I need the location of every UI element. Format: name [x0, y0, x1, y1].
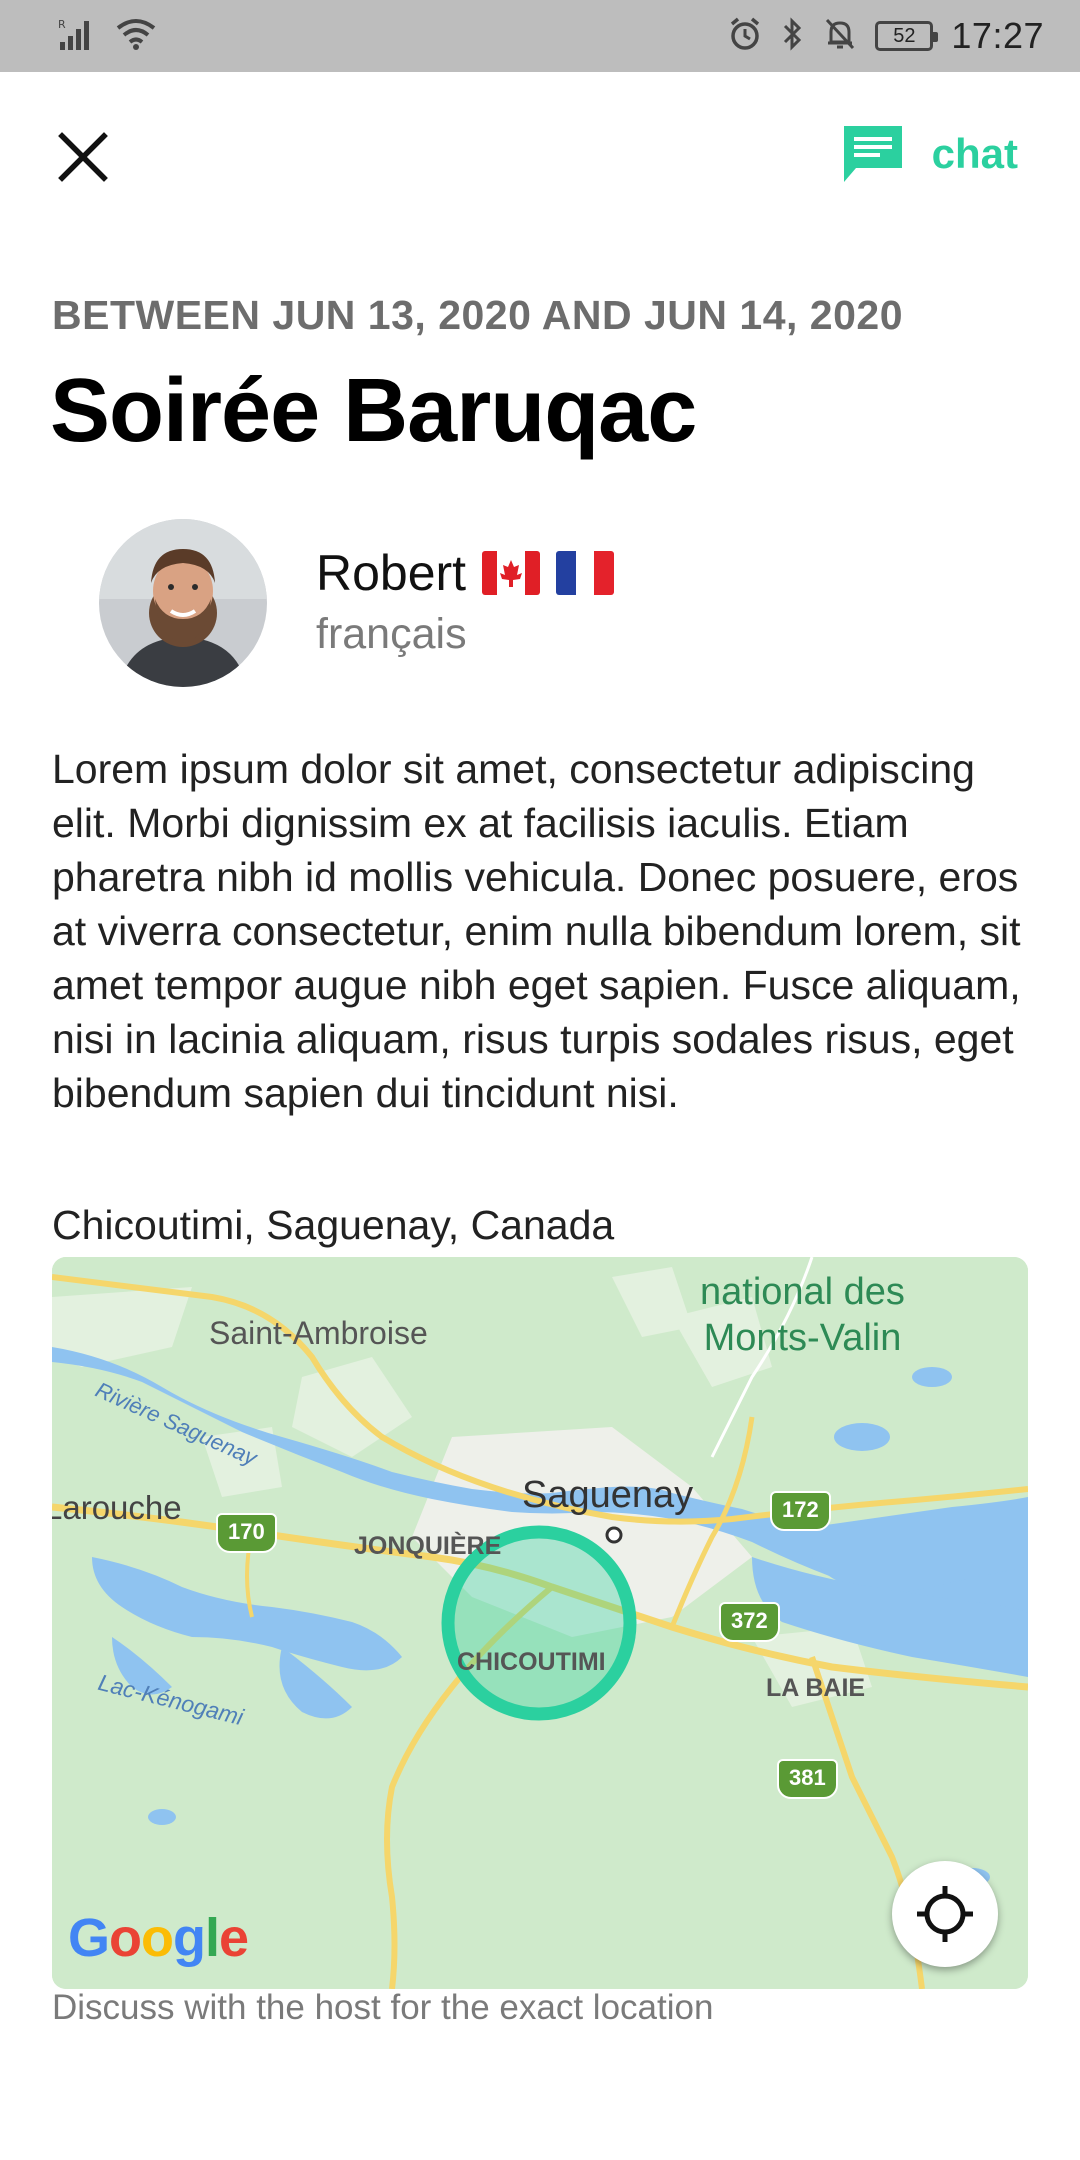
status-left: R — [56, 16, 158, 57]
close-button[interactable] — [52, 126, 114, 188]
map-canvas — [52, 1257, 1028, 1989]
battery-icon: 52 — [875, 21, 939, 51]
host-language: français — [316, 610, 467, 658]
event-title: Soirée Baruqac — [50, 361, 697, 461]
map-note: Discuss with the host for the exact loca… — [52, 1988, 714, 2027]
chat-bubble-icon — [843, 126, 902, 182]
svg-text:R: R — [58, 18, 66, 31]
chat-button[interactable]: chat — [842, 124, 1018, 184]
bluetooth-icon — [781, 16, 805, 57]
france-flag-icon — [556, 551, 615, 595]
status-time: 17:27 — [951, 15, 1044, 56]
location-map[interactable]: national des Monts-Valin Saint-Ambroise … — [52, 1257, 1028, 1989]
route-badge-381: 381 — [777, 1759, 838, 1799]
status-right: 52 17:27 — [727, 15, 1044, 57]
map-label-larouche: Larouche — [52, 1489, 182, 1526]
map-label-jonquiere: JONQUIÈRE — [354, 1532, 502, 1560]
signal-icon: R — [56, 16, 96, 57]
canada-flag-icon — [482, 551, 541, 595]
crosshair-icon — [917, 1886, 973, 1942]
map-label-park: national des Monts-Valin — [700, 1271, 905, 1359]
mute-icon — [823, 16, 857, 57]
route-badge-170: 170 — [216, 1513, 277, 1553]
host-name-row: Robert — [316, 544, 615, 602]
host-avatar[interactable] — [99, 519, 267, 687]
map-label-la-baie: LA BAIE — [766, 1674, 866, 1702]
event-description: Lorem ipsum dolor sit amet, consectetur … — [52, 746, 1021, 1116]
chat-label: chat — [931, 130, 1018, 177]
google-logo: Google — [68, 1908, 249, 1968]
close-icon — [58, 132, 108, 182]
wifi-icon — [114, 16, 158, 57]
status-bar: R 52 17:27 — [0, 0, 1080, 72]
host-name: Robert — [316, 545, 467, 601]
map-label-saint-ambroise: Saint-Ambroise — [209, 1315, 428, 1351]
map-label-saguenay: Saguenay — [522, 1474, 694, 1516]
event-date-range: BETWEEN JUN 13, 2020 AND JUN 14, 2020 — [52, 292, 903, 338]
route-badge-172: 172 — [770, 1491, 831, 1531]
event-location: Chicoutimi, Saguenay, Canada — [52, 1202, 615, 1248]
battery-level: 52 — [893, 24, 916, 47]
route-badge-372: 372 — [719, 1602, 780, 1642]
my-location-button[interactable] — [892, 1861, 998, 1967]
map-label-chicoutimi: CHICOUTIMI — [457, 1648, 606, 1676]
alarm-icon — [727, 16, 763, 57]
